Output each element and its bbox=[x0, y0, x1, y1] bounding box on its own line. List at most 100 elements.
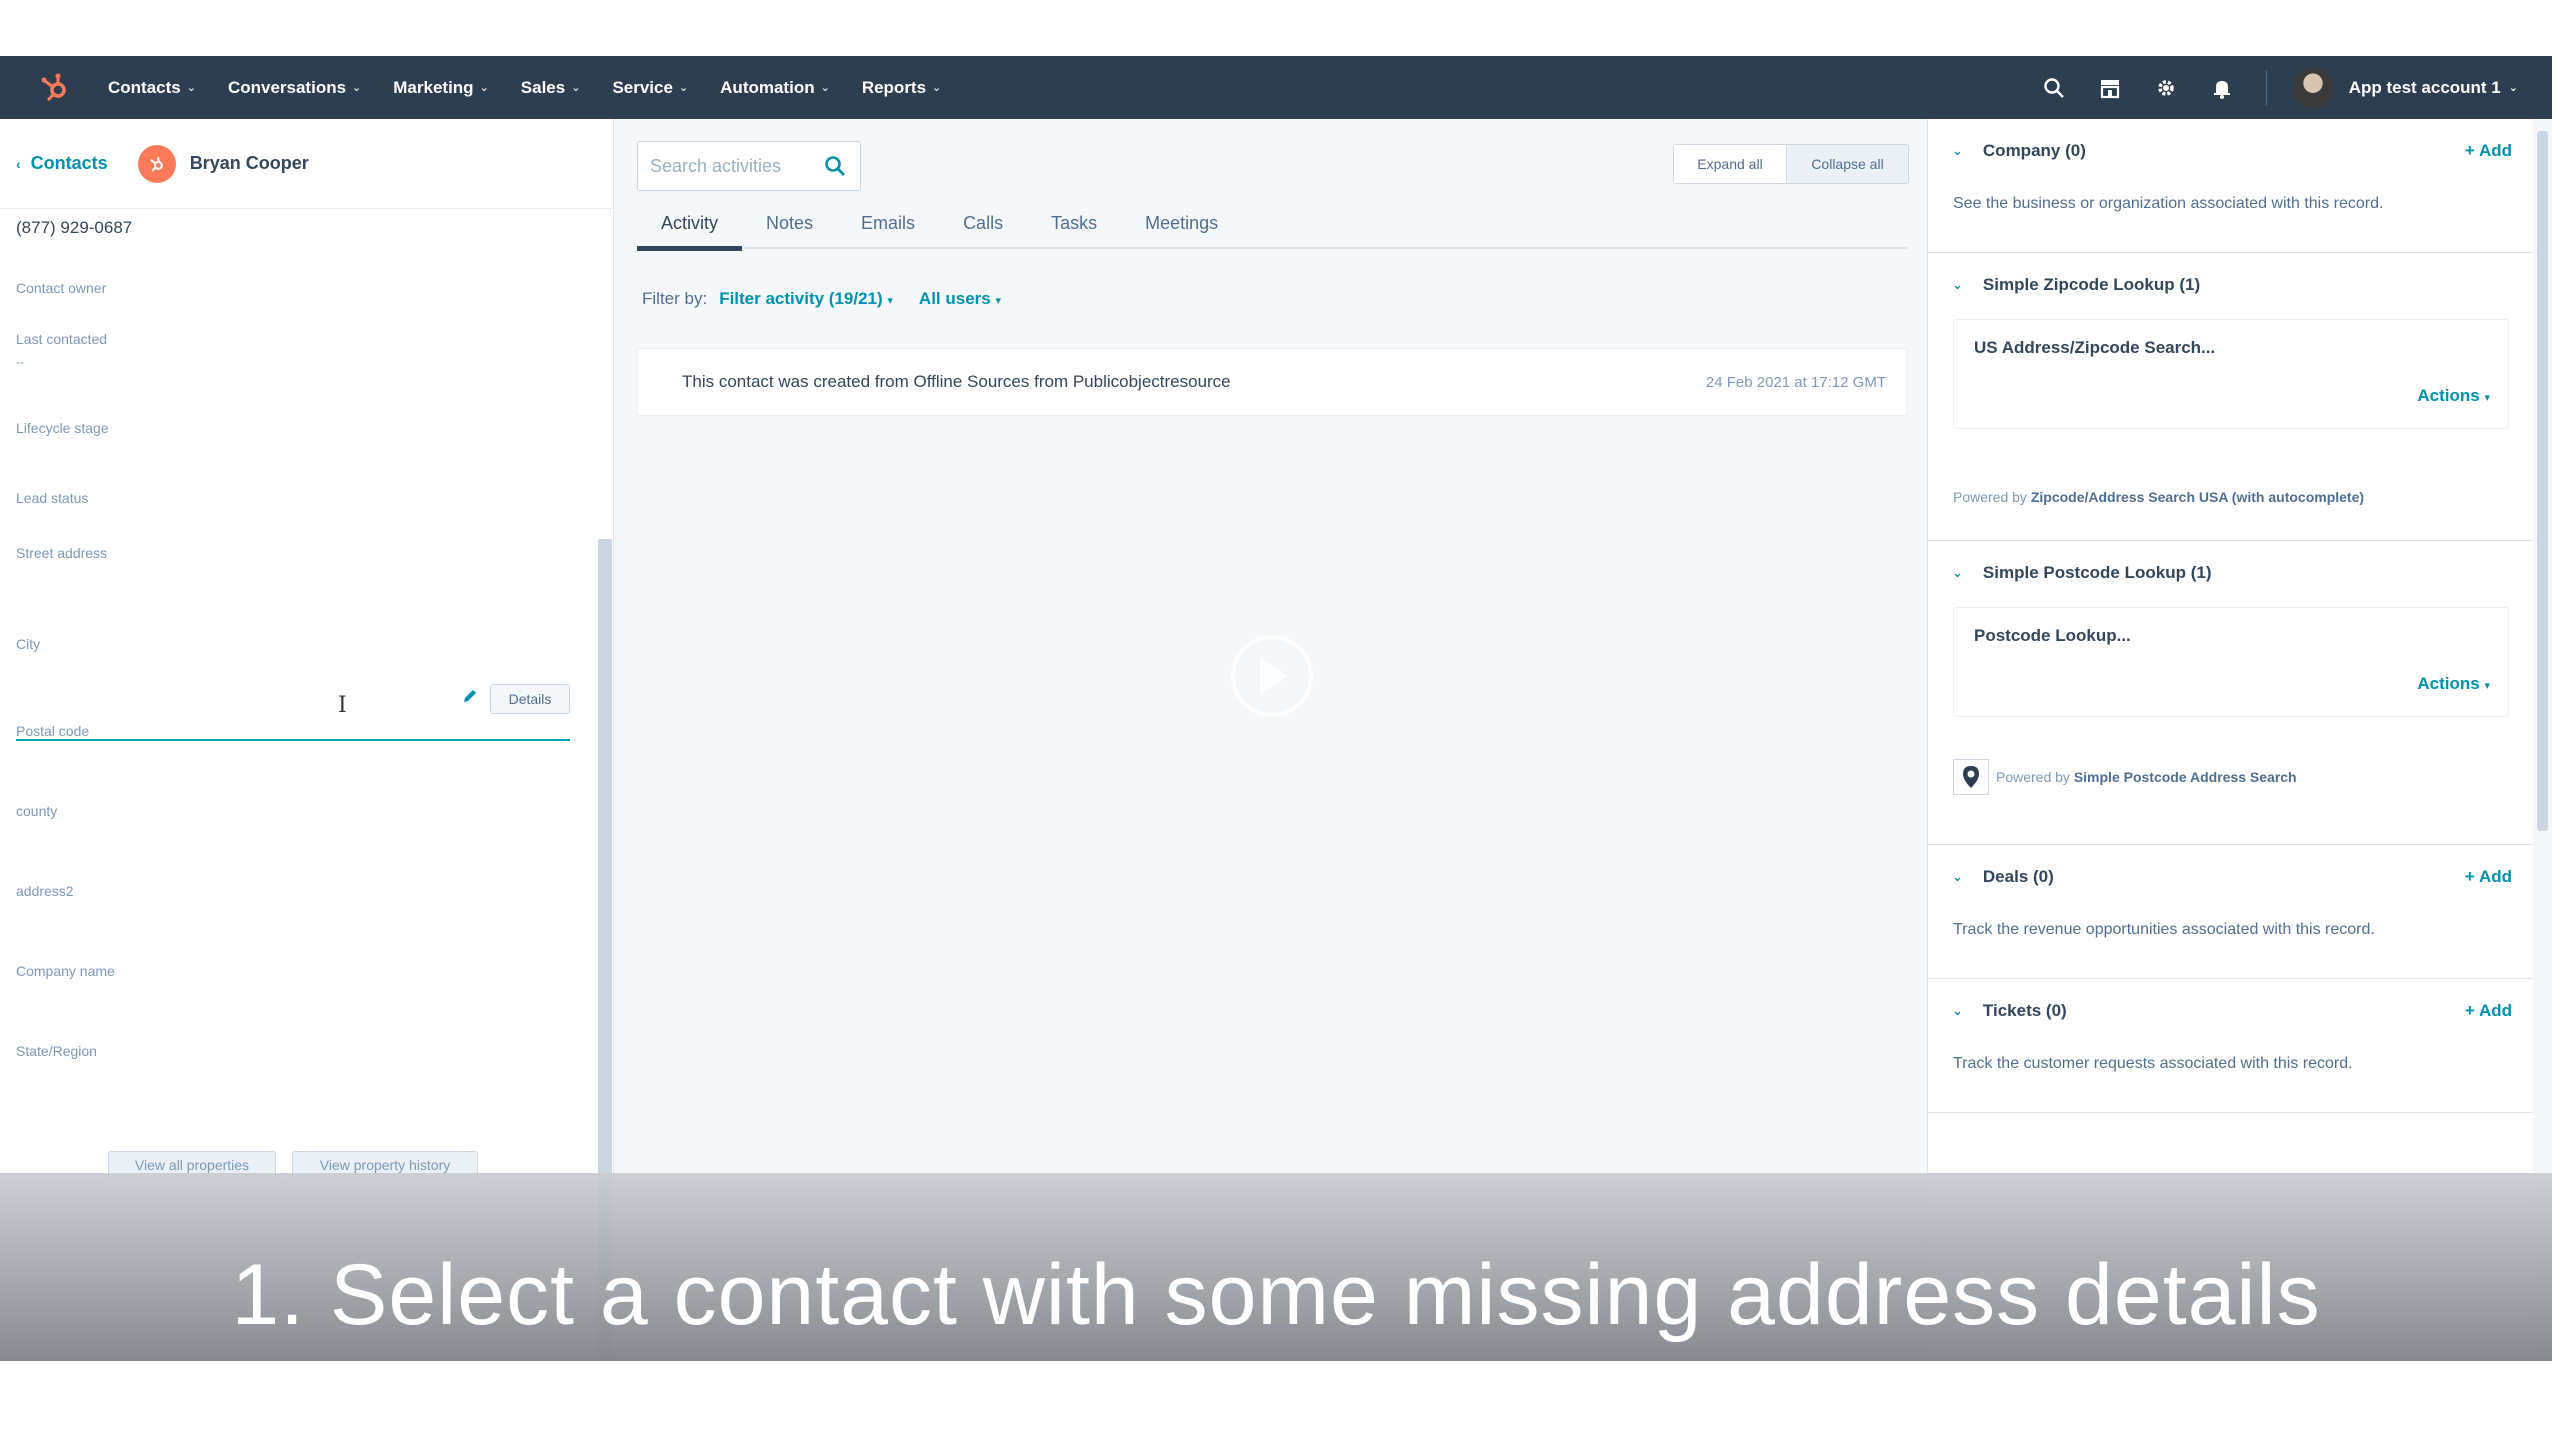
property-postal-code: Postal code bbox=[16, 723, 90, 739]
nav-contacts[interactable]: Contacts ⌄ bbox=[108, 78, 196, 98]
search-activities-input[interactable]: Search activities bbox=[637, 141, 861, 191]
expand-all-button[interactable]: Expand all bbox=[1674, 145, 1786, 183]
nav-automation[interactable]: Automation ⌄ bbox=[720, 78, 830, 98]
filter-activity-dropdown[interactable]: Filter activity (19/21) ▾ bbox=[719, 289, 893, 309]
postcode-section-toggle[interactable]: ⌄ Simple Postcode Lookup (1) bbox=[1952, 563, 2212, 583]
postcode-powered-by: Powered by Simple Postcode Address Searc… bbox=[1996, 769, 2297, 785]
company-description: See the business or organization associa… bbox=[1953, 195, 2384, 212]
tickets-section-toggle[interactable]: ⌄ Tickets (0) bbox=[1952, 1001, 2067, 1021]
zipcode-actions-dropdown[interactable]: Actions ▾ bbox=[2417, 386, 2490, 406]
map-pin-icon bbox=[1953, 759, 1989, 795]
add-deal-button[interactable]: + Add bbox=[2465, 867, 2512, 887]
tab-calls[interactable]: Calls bbox=[939, 205, 1027, 249]
postcode-card-title: Postcode Lookup... bbox=[1974, 626, 2131, 645]
contact-phone[interactable]: (877) 929-0687 bbox=[16, 218, 132, 238]
chevron-down-icon: ⌄ bbox=[2508, 82, 2518, 94]
chevron-down-icon: ⌄ bbox=[1952, 565, 1963, 580]
chevron-down-icon: ⌄ bbox=[820, 82, 830, 94]
text-cursor-icon: I bbox=[338, 693, 347, 718]
add-company-button[interactable]: + Add bbox=[2465, 141, 2512, 161]
chevron-down-icon: ⌄ bbox=[571, 82, 581, 94]
tab-tasks[interactable]: Tasks bbox=[1027, 205, 1121, 249]
contact-name: Bryan Cooper bbox=[189, 153, 309, 173]
pencil-icon[interactable] bbox=[462, 688, 480, 706]
tab-notes[interactable]: Notes bbox=[742, 205, 837, 249]
property-last-contacted-value: -- bbox=[16, 355, 24, 369]
hubspot-logo-icon[interactable] bbox=[38, 71, 72, 105]
company-section-toggle[interactable]: ⌄ Company (0) bbox=[1952, 141, 2086, 161]
zipcode-card: US Address/Zipcode Search... Actions ▾ bbox=[1953, 319, 2509, 429]
bell-icon[interactable] bbox=[2210, 76, 2234, 100]
chevron-down-icon: ⌄ bbox=[1952, 143, 1963, 158]
nav-right: App test account 1 ⌄ bbox=[2042, 56, 2552, 119]
zipcode-powered-by: Powered by Zipcode/Address Search USA (w… bbox=[1953, 489, 2365, 505]
chevron-down-icon: ⌄ bbox=[1952, 277, 1963, 292]
expand-collapse-toggle: Expand all Collapse all bbox=[1673, 144, 1909, 184]
search-icon[interactable] bbox=[2042, 76, 2066, 100]
top-nav: Contacts ⌄ Conversations ⌄ Marketing ⌄ Sale… bbox=[0, 56, 2552, 119]
caption-text: 1. Select a contact with some missing ad… bbox=[231, 1246, 2321, 1343]
nav-service[interactable]: Service ⌄ bbox=[612, 78, 688, 98]
city-input-underline[interactable] bbox=[16, 739, 570, 741]
marketplace-icon[interactable] bbox=[2098, 76, 2122, 100]
postcode-card: Postcode Lookup... Actions ▾ bbox=[1953, 607, 2509, 717]
caret-down-icon: ▾ bbox=[2484, 392, 2490, 404]
property-county: county bbox=[16, 803, 58, 819]
nav-marketing[interactable]: Marketing ⌄ bbox=[393, 78, 489, 98]
property-company-name: Company name bbox=[16, 963, 115, 979]
caret-down-icon: ▾ bbox=[2484, 680, 2490, 692]
property-lead-status: Lead status bbox=[16, 490, 89, 506]
deals-section: ⌄ Deals (0) + Add Track the revenue oppor… bbox=[1928, 845, 2534, 979]
caret-down-icon: ▾ bbox=[995, 295, 1001, 307]
play-icon[interactable] bbox=[1231, 635, 1313, 717]
right-scrollbar-thumb[interactable] bbox=[2537, 131, 2548, 831]
activity-item[interactable]: This contact was created from Offline So… bbox=[637, 348, 1907, 416]
account-menu[interactable]: App test account 1 ⌄ bbox=[2349, 78, 2518, 98]
add-ticket-button[interactable]: + Add bbox=[2465, 1001, 2512, 1021]
tickets-description: Track the customer requests associated w… bbox=[1953, 1055, 2353, 1072]
gear-icon[interactable] bbox=[2154, 76, 2178, 100]
deals-section-toggle[interactable]: ⌄ Deals (0) bbox=[1952, 867, 2054, 887]
zipcode-section-toggle[interactable]: ⌄ Simple Zipcode Lookup (1) bbox=[1952, 275, 2200, 295]
nav-sales[interactable]: Sales ⌄ bbox=[521, 78, 581, 98]
activity-timestamp: 24 Feb 2021 at 17:12 GMT bbox=[1705, 373, 1886, 391]
property-address2: address2 bbox=[16, 883, 74, 899]
all-users-dropdown[interactable]: All users ▾ bbox=[919, 289, 1001, 309]
tickets-section: ⌄ Tickets (0) + Add Track the customer re… bbox=[1928, 979, 2534, 1113]
property-street-address: Street address bbox=[16, 545, 108, 561]
nav-conversations[interactable]: Conversations ⌄ bbox=[228, 78, 361, 98]
tab-activity[interactable]: Activity bbox=[637, 205, 743, 251]
app-frame: Contacts ⌄ Conversations ⌄ Marketing ⌄ Sale… bbox=[0, 56, 2552, 1361]
deals-description: Track the revenue opportunities associat… bbox=[1953, 921, 2375, 938]
property-contact-owner: Contact owner bbox=[16, 280, 107, 296]
chevron-down-icon: ⌄ bbox=[352, 82, 362, 94]
chevron-left-icon: ‹ bbox=[16, 155, 21, 172]
zipcode-lookup-section: ⌄ Simple Zipcode Lookup (1) US Address/Zi… bbox=[1928, 253, 2534, 541]
contact-avatar bbox=[137, 144, 176, 183]
details-button[interactable]: Details bbox=[490, 684, 570, 714]
property-last-contacted: Last contacted bbox=[16, 331, 108, 347]
avatar[interactable] bbox=[2292, 67, 2333, 108]
chevron-down-icon: ⌄ bbox=[479, 82, 489, 94]
property-lifecycle-stage: Lifecycle stage bbox=[16, 420, 109, 436]
collapse-all-button[interactable]: Collapse all bbox=[1786, 145, 1908, 183]
nav-divider bbox=[2265, 70, 2267, 105]
contact-header: ‹ Contacts Bryan Cooper bbox=[0, 119, 613, 209]
caption-overlay: 1. Select a contact with some missing ad… bbox=[0, 1173, 2552, 1361]
zipcode-card-title: US Address/Zipcode Search... bbox=[1974, 338, 2216, 357]
activity-message: This contact was created from Offline So… bbox=[682, 372, 1231, 391]
filter-by-label: Filter by: bbox=[642, 289, 708, 308]
nav-reports[interactable]: Reports ⌄ bbox=[862, 78, 941, 98]
tab-emails[interactable]: Emails bbox=[837, 205, 939, 249]
chevron-down-icon: ⌄ bbox=[1952, 869, 1963, 884]
chevron-down-icon: ⌄ bbox=[1952, 1003, 1963, 1018]
activity-tabs: Activity Notes Emails Calls Tasks Meetin… bbox=[637, 205, 1907, 251]
company-section: ⌄ Company (0) + Add See the business or o… bbox=[1928, 119, 2534, 253]
property-state-region: State/Region bbox=[16, 1043, 97, 1059]
chevron-down-icon: ⌄ bbox=[678, 82, 689, 94]
tab-meetings[interactable]: Meetings bbox=[1121, 205, 1242, 249]
search-icon[interactable] bbox=[824, 155, 846, 177]
postcode-actions-dropdown[interactable]: Actions ▾ bbox=[2417, 674, 2490, 694]
back-to-contacts-link[interactable]: ‹ Contacts bbox=[16, 153, 108, 174]
chevron-down-icon: ⌄ bbox=[932, 82, 942, 94]
